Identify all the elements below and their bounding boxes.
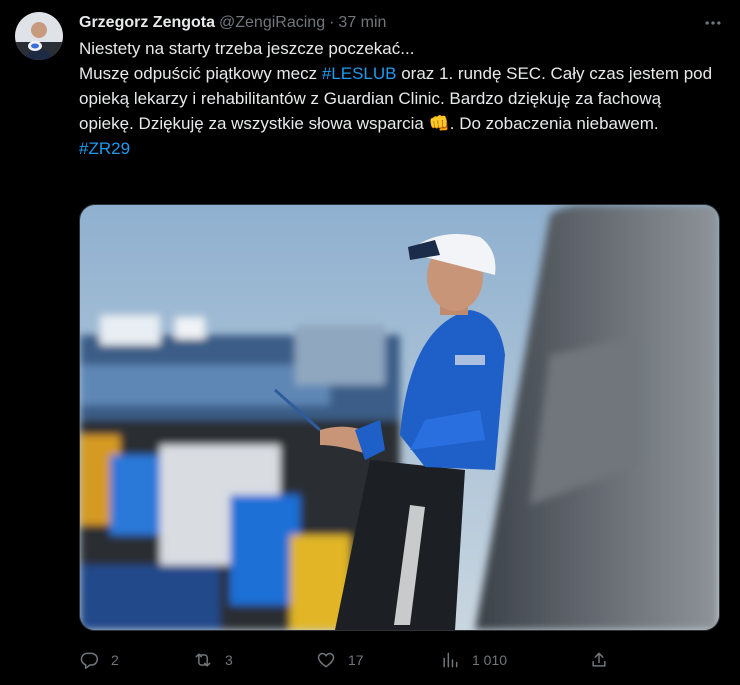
more-options-button[interactable] bbox=[700, 10, 726, 36]
fist-emoji: 👊 bbox=[428, 114, 450, 133]
action-bar: 2 3 17 1 010 bbox=[79, 646, 719, 674]
retweet-button[interactable]: 3 bbox=[193, 646, 233, 674]
reply-count: 2 bbox=[111, 652, 119, 668]
avatar[interactable] bbox=[15, 12, 63, 60]
reply-button[interactable]: 2 bbox=[79, 646, 119, 674]
share-icon bbox=[592, 652, 606, 667]
separator-dot: · bbox=[329, 14, 335, 31]
hashtag-leslub[interactable]: #LESLUB bbox=[322, 64, 397, 83]
avatar-image bbox=[15, 12, 63, 60]
more-icon bbox=[705, 21, 721, 25]
tweet-photo[interactable] bbox=[79, 204, 720, 631]
view-count: 1 010 bbox=[472, 652, 508, 668]
tweet-container[interactable]: Grzegorz Zengota @ZengiRacing · 37 min N… bbox=[0, 0, 740, 685]
tweet-line-1: Niestety na starty trzeba jeszcze poczek… bbox=[79, 39, 415, 58]
retweet-icon bbox=[195, 653, 211, 667]
tweet-text-segment: . Do zobaczenia niebawem. bbox=[449, 114, 659, 133]
tweet-paragraph: Muszę odpuścić piątkowy mecz #LESLUB ora… bbox=[79, 61, 719, 136]
like-icon bbox=[317, 652, 335, 668]
hashtag-zr29[interactable]: #ZR29 bbox=[79, 139, 130, 158]
tweet-text: Niestety na starty trzeba jeszcze poczek… bbox=[79, 36, 719, 161]
share-button[interactable] bbox=[589, 646, 609, 674]
tweet-text-segment: Muszę odpuścić piątkowy mecz bbox=[79, 64, 322, 83]
retweet-count: 3 bbox=[225, 652, 233, 668]
views-icon bbox=[443, 652, 458, 668]
author-name[interactable]: Grzegorz Zengota bbox=[79, 14, 215, 32]
like-button[interactable]: 17 bbox=[316, 646, 364, 674]
author-handle[interactable]: @ZengiRacing bbox=[219, 14, 325, 32]
like-count: 17 bbox=[348, 652, 364, 668]
views-button[interactable]: 1 010 bbox=[440, 646, 507, 674]
reply-icon bbox=[80, 652, 99, 670]
tweet-header: Grzegorz Zengota @ZengiRacing · 37 min bbox=[79, 12, 386, 34]
tweet-time[interactable]: 37 min bbox=[338, 14, 386, 32]
photo-image bbox=[80, 205, 719, 630]
